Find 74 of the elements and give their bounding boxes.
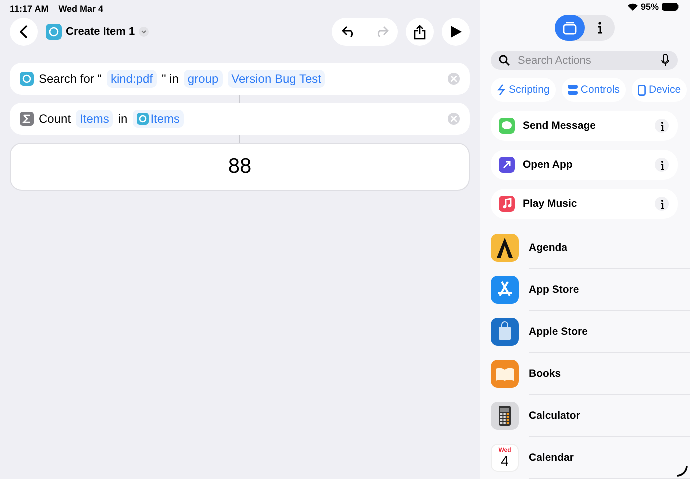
info-icon xyxy=(660,122,664,130)
app-store-icon xyxy=(491,276,519,304)
action-label: Play Music xyxy=(523,198,578,210)
tablet-icon xyxy=(638,84,646,96)
music-note-icon xyxy=(499,196,515,212)
app-name: Books xyxy=(529,353,690,395)
pencil-tip-icon xyxy=(491,234,519,262)
calendar-icon-date: 4 xyxy=(501,454,509,468)
microphone-icon[interactable] xyxy=(661,54,670,68)
undo-icon[interactable] xyxy=(342,26,356,38)
variable-token[interactable]: group xyxy=(184,70,223,88)
shortcuts-icon xyxy=(136,113,149,125)
shortcuts-icon xyxy=(46,24,62,40)
action-text: Count xyxy=(39,112,72,126)
controls-icon xyxy=(568,85,578,95)
action-text: in xyxy=(118,112,128,126)
info-icon xyxy=(597,22,603,34)
shopping-bag-icon xyxy=(491,318,519,346)
run-button[interactable] xyxy=(442,18,470,46)
back-button[interactable] xyxy=(10,18,38,46)
close-icon xyxy=(451,76,457,82)
action-suggestion[interactable]: Play Music xyxy=(491,189,678,219)
info-button[interactable] xyxy=(655,197,669,211)
app-name: Calculator xyxy=(529,395,690,437)
close-icon xyxy=(451,116,457,122)
action-suggestion[interactable]: Send Message xyxy=(491,111,678,141)
app-row[interactable]: Books xyxy=(491,353,690,395)
app-row[interactable]: App Store xyxy=(491,269,690,311)
info-icon xyxy=(660,200,664,208)
search-input[interactable]: Search Actions xyxy=(516,54,655,68)
app-row[interactable]: Agenda xyxy=(491,227,690,269)
chevron-left-icon xyxy=(20,25,28,39)
action-text: Search for " xyxy=(39,72,102,86)
resize-handle-icon xyxy=(676,465,688,477)
action-suggestion[interactable]: Open App xyxy=(491,150,678,180)
chevron-down-icon[interactable] xyxy=(139,27,150,37)
library-icon xyxy=(563,22,577,35)
battery-icon xyxy=(662,2,680,11)
battery-percent: 95% xyxy=(640,2,659,12)
app-name: Calendar xyxy=(529,437,690,479)
action-label: Open App xyxy=(523,159,574,171)
info-button[interactable] xyxy=(655,158,669,172)
app-name: Apple Store xyxy=(529,311,690,353)
result-value: 88 xyxy=(10,143,470,191)
search-icon xyxy=(499,55,510,66)
info-icon xyxy=(660,160,664,170)
status-date: Wed Mar 4 xyxy=(58,4,104,14)
search-field[interactable]: Search Actions xyxy=(491,51,678,70)
app-name: App Store xyxy=(529,269,690,311)
shortcuts-icon xyxy=(20,72,34,86)
wifi-icon xyxy=(628,2,638,11)
scripting-icon xyxy=(497,84,506,96)
app-row[interactable]: Apple Store xyxy=(491,311,690,353)
category-chip[interactable]: Controls xyxy=(562,78,626,102)
info-button[interactable] xyxy=(655,119,669,133)
action-text: " in xyxy=(162,72,179,86)
play-icon xyxy=(450,26,462,38)
open-book-icon xyxy=(491,360,519,388)
action-label: Send Message xyxy=(523,120,597,132)
app-row[interactable]: Calculator xyxy=(491,395,690,437)
variable-token[interactable]: Version Bug Test xyxy=(228,70,326,88)
app-name: Agenda xyxy=(529,227,690,269)
sigma-icon xyxy=(20,112,34,126)
variable-token[interactable]: Items xyxy=(76,110,114,128)
category-chip[interactable]: Device xyxy=(632,78,688,102)
calculator-icon xyxy=(491,402,519,430)
speech-bubble-icon xyxy=(499,118,515,134)
variable-token[interactable]: Items xyxy=(132,110,184,128)
share-icon xyxy=(414,24,426,40)
shortcut-title[interactable]: Create Item 1 xyxy=(66,26,136,38)
variable-token[interactable]: kind:pdf xyxy=(106,70,157,88)
category-chip[interactable]: Scripting xyxy=(491,78,556,102)
share-button[interactable] xyxy=(406,18,434,46)
status-time: 11:17 AM xyxy=(10,4,49,14)
